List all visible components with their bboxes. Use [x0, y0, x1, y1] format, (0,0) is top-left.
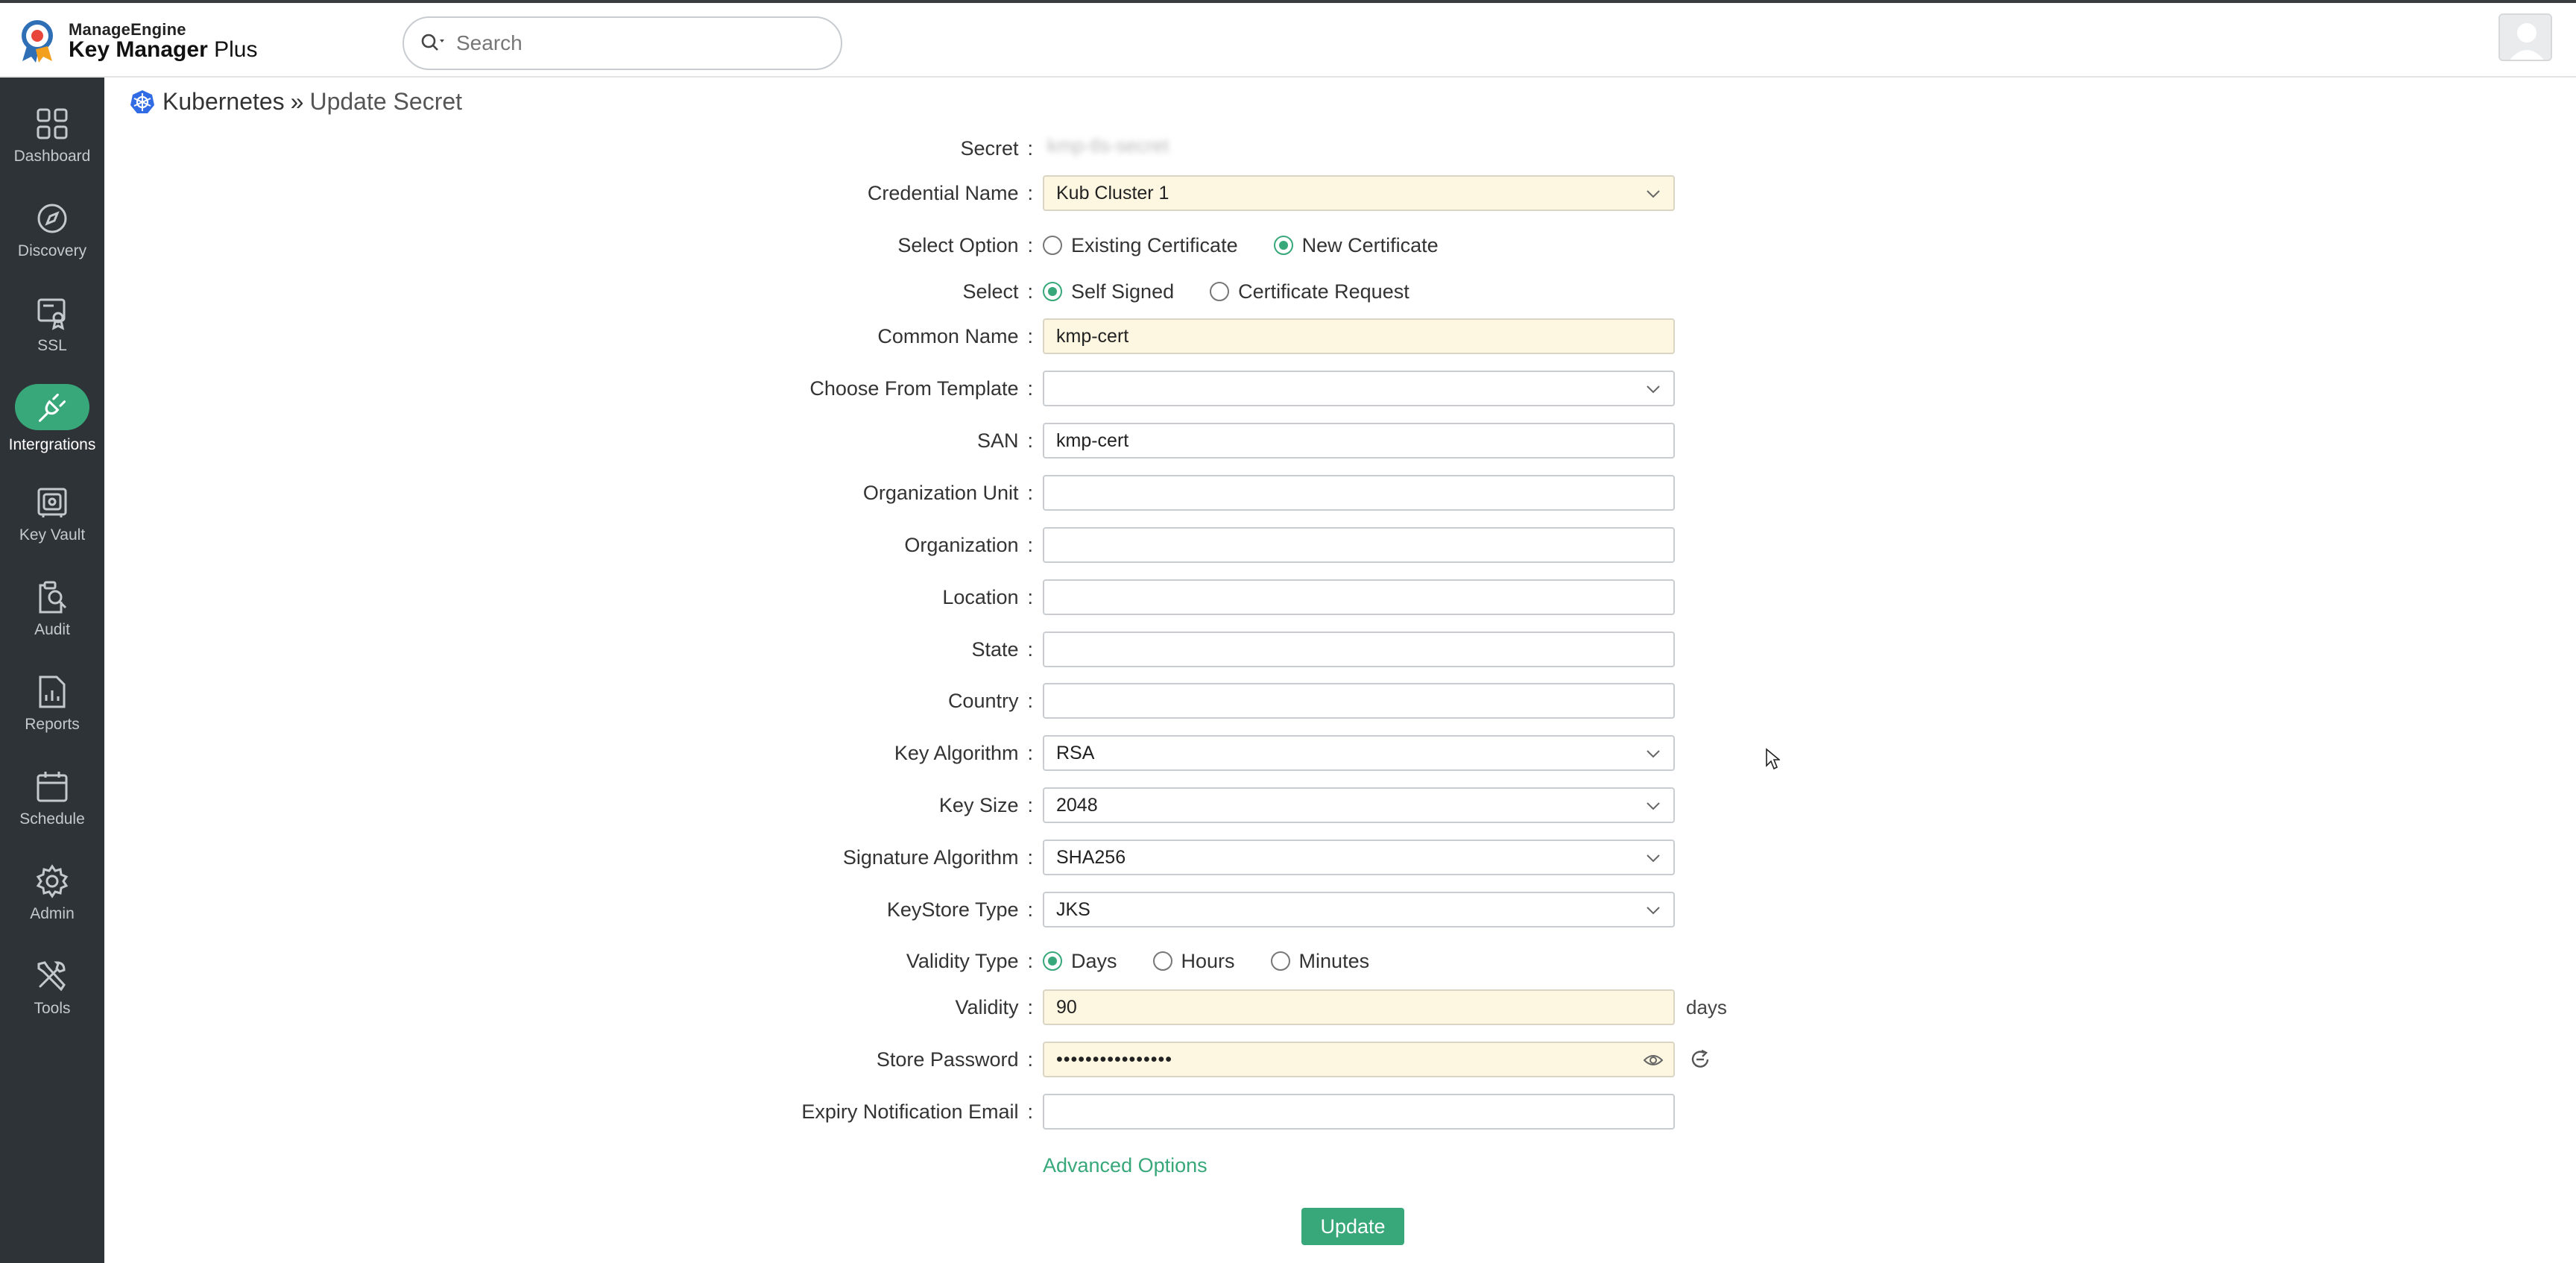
chevron-down-icon — [1647, 802, 1660, 810]
key-algorithm-label: Key Algorithm — [894, 741, 1019, 764]
minutes-radio[interactable]: Minutes — [1270, 950, 1369, 973]
chevron-down-icon — [1647, 907, 1660, 915]
page-title: Update Secret — [309, 88, 463, 115]
expiry-email-row: Expiry Notification Email: — [0, 1093, 2576, 1130]
secret-label: Secret — [960, 136, 1019, 160]
validity-input[interactable]: 90 — [1043, 989, 1675, 1025]
credential-name-select[interactable]: Kub Cluster 1 — [1043, 175, 1675, 211]
brand-line-2: Key Manager Plus — [69, 37, 258, 62]
key-algorithm-select[interactable]: RSA — [1043, 735, 1675, 771]
existing-certificate-radio[interactable]: Existing Certificate — [1043, 234, 1238, 257]
days-radio[interactable]: Days — [1043, 950, 1117, 973]
validity-row: Validity: 90 days — [0, 989, 2576, 1026]
user-avatar-icon — [2500, 15, 2551, 60]
san-input[interactable]: kmp-cert — [1043, 423, 1675, 459]
breadcrumb-parent[interactable]: Kubernetes — [162, 88, 285, 116]
select-radio-group: Self Signed Certificate Request — [1043, 273, 1445, 310]
eye-icon[interactable] — [1644, 1053, 1663, 1068]
key-size-select[interactable]: 2048 — [1043, 787, 1675, 823]
chevron-down-icon — [1647, 750, 1660, 758]
breadcrumb: Kubernetes » Update Secret — [130, 88, 462, 116]
validity-type-label: Validity Type — [906, 949, 1019, 972]
top-bar: ManageEngine Key Manager Plus — [0, 0, 2576, 78]
keystore-type-select[interactable]: JKS — [1043, 892, 1675, 927]
location-input[interactable] — [1043, 579, 1675, 615]
validity-type-radio-group: Days Hours Minutes — [1043, 942, 1405, 980]
state-label: State — [971, 637, 1019, 661]
location-row: Location: — [0, 579, 2576, 616]
location-label: Location — [942, 585, 1019, 608]
select-option-label: Select Option — [897, 233, 1019, 256]
validity-unit: days — [1686, 995, 1727, 1018]
san-label: SAN — [976, 429, 1019, 452]
chevron-down-icon — [1647, 385, 1660, 394]
select-option-row: Select Option: Existing Certificate New … — [0, 227, 2576, 264]
keystore-type-label: KeyStore Type — [886, 898, 1019, 921]
mouse-cursor-icon — [1766, 748, 1780, 770]
key-manager-logo-icon — [22, 20, 53, 63]
common-name-row: Common Name: kmp-cert — [0, 318, 2576, 355]
san-row: SAN: kmp-cert — [0, 422, 2576, 459]
expiry-email-label: Expiry Notification Email — [801, 1100, 1019, 1123]
user-avatar[interactable] — [2498, 13, 2552, 61]
template-select[interactable] — [1043, 371, 1675, 406]
app-logo[interactable]: ManageEngine Key Manager Plus — [19, 18, 257, 64]
signature-algorithm-select[interactable]: SHA256 — [1043, 840, 1675, 875]
credential-name-row: Credential Name: Kub Cluster 1 — [0, 174, 2576, 212]
search-icon — [421, 34, 444, 51]
organization-label: Organization — [904, 533, 1019, 556]
key-size-label: Key Size — [938, 793, 1019, 816]
template-label: Choose From Template — [809, 377, 1019, 400]
key-size-row: Key Size: 2048 — [0, 787, 2576, 824]
kubernetes-icon — [130, 89, 154, 113]
state-input[interactable] — [1043, 632, 1675, 667]
country-row: Country: — [0, 682, 2576, 719]
country-input[interactable] — [1043, 683, 1675, 719]
select-row: Select: Self Signed Certificate Request — [0, 273, 2576, 310]
signature-algorithm-row: Signature Algorithm: SHA256 — [0, 839, 2576, 876]
select-option-radio-group: Existing Certificate New Certificate — [1043, 227, 1474, 264]
org-unit-label: Organization Unit — [862, 481, 1019, 504]
state-row: State: — [0, 631, 2576, 668]
key-algorithm-row: Key Algorithm: RSA — [0, 734, 2576, 772]
country-label: Country — [947, 689, 1019, 712]
credential-name-label: Credential Name — [867, 181, 1019, 204]
expiry-email-input[interactable] — [1043, 1094, 1675, 1130]
store-password-input[interactable]: •••••••••••••••• — [1043, 1042, 1675, 1077]
select-label: Select — [962, 280, 1019, 303]
advanced-options-link[interactable]: Advanced Options — [1043, 1154, 1208, 1177]
store-password-label: Store Password — [876, 1048, 1019, 1071]
validity-type-row: Validity Type: Days Hours Minutes — [0, 942, 2576, 980]
brand-line-1: ManageEngine — [69, 19, 186, 39]
search-box[interactable] — [402, 16, 842, 70]
organization-input[interactable] — [1043, 527, 1675, 563]
keystore-type-row: KeyStore Type: JKS — [0, 891, 2576, 928]
generate-password-icon[interactable] — [1689, 1048, 1711, 1071]
template-row: Choose From Template: — [0, 370, 2576, 407]
update-button[interactable]: Update — [1301, 1208, 1404, 1245]
secret-row: Secret: kmp-tls-secret — [960, 134, 1169, 160]
organization-row: Organization: — [0, 526, 2576, 564]
common-name-input[interactable]: kmp-cert — [1043, 318, 1675, 354]
secret-value: kmp-tls-secret — [1047, 134, 1169, 157]
org-unit-row: Organization Unit: — [0, 474, 2576, 511]
signature-algorithm-label: Signature Algorithm — [842, 845, 1019, 869]
search-input[interactable] — [456, 31, 814, 55]
store-password-row: Store Password: •••••••••••••••• — [0, 1041, 2576, 1078]
hours-radio[interactable]: Hours — [1152, 950, 1235, 973]
chevron-down-icon — [1647, 190, 1660, 198]
self-signed-radio[interactable]: Self Signed — [1043, 280, 1174, 303]
certificate-request-radio[interactable]: Certificate Request — [1210, 280, 1409, 303]
org-unit-input[interactable] — [1043, 475, 1675, 511]
breadcrumb-separator: » — [290, 88, 304, 115]
new-certificate-radio[interactable]: New Certificate — [1273, 234, 1439, 257]
validity-label: Validity — [955, 995, 1019, 1018]
common-name-label: Common Name — [877, 324, 1019, 347]
chevron-down-icon — [1647, 854, 1660, 863]
credential-name-value: Kub Cluster 1 — [1056, 182, 1169, 204]
